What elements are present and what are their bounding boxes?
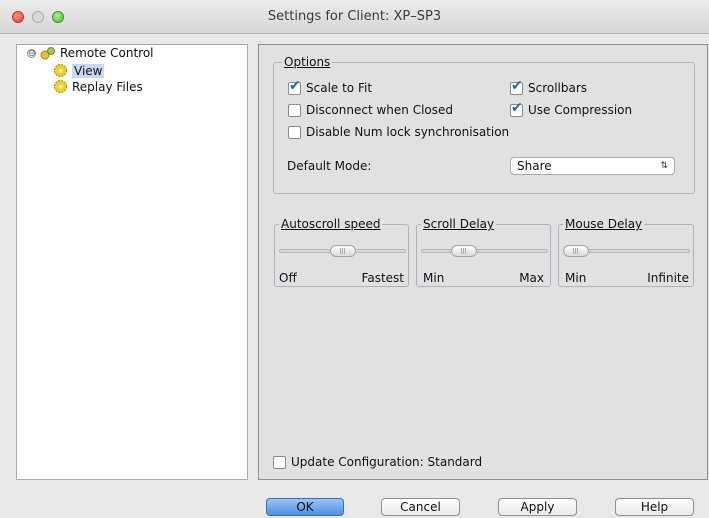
options-group: Options Scale to Fit Scrollbars Disconne… xyxy=(273,55,695,194)
default-mode-label: Default Mode: xyxy=(287,159,372,173)
checkbox-box[interactable] xyxy=(288,125,301,139)
mouse-delay-min-label: Min xyxy=(565,271,587,285)
mouse-delay-thumb[interactable] xyxy=(563,245,589,257)
mouse-delay-max-label: Infinite xyxy=(647,271,689,285)
scale-to-fit-checkbox[interactable]: Scale to Fit xyxy=(288,78,373,95)
options-legend: Options xyxy=(282,55,333,69)
collapse-icon[interactable]: ⊖ xyxy=(27,48,36,58)
gears-icon xyxy=(40,47,55,60)
autoscroll-min-label: Off xyxy=(279,271,297,285)
settings-panel: Options Scale to Fit Scrollbars Disconne… xyxy=(258,44,708,480)
tree-item-label: Remote Control xyxy=(60,46,154,60)
scroll-delay-thumb[interactable] xyxy=(451,245,478,257)
checkbox-box[interactable] xyxy=(288,78,301,95)
scroll-delay-max-label: Max xyxy=(519,271,544,285)
scroll-delay-group: Scroll Delay Min Max xyxy=(416,217,551,287)
tree-item-label: View xyxy=(72,63,105,78)
settings-tree[interactable]: ⊖ Remote Control View Replay Files xyxy=(16,44,248,480)
tree-item-view[interactable]: View xyxy=(53,63,105,78)
scroll-delay-min-label: Min xyxy=(423,271,445,285)
default-mode-select[interactable]: Share ⇅ xyxy=(510,157,675,175)
update-configuration-checkbox[interactable]: Update Configuration: Standard xyxy=(273,455,482,469)
autoscroll-speed-legend: Autoscroll speed xyxy=(279,217,383,231)
autoscroll-max-label: Fastest xyxy=(361,271,404,285)
scrollbars-checkbox[interactable]: Scrollbars xyxy=(510,78,588,95)
apply-button[interactable]: Apply xyxy=(498,498,577,516)
checkbox-label: Disconnect when Closed xyxy=(306,103,454,117)
checkbox-label: Scrollbars xyxy=(528,81,588,95)
title-bar: Settings for Client: XP–SP3 xyxy=(0,0,709,34)
ok-button[interactable]: OK xyxy=(266,498,344,516)
checkbox-box[interactable] xyxy=(510,78,523,95)
tree-item-replay-files[interactable]: Replay Files xyxy=(53,79,143,94)
tree-item-label: Replay Files xyxy=(72,79,143,94)
disconnect-when-closed-checkbox[interactable]: Disconnect when Closed xyxy=(288,103,453,117)
autoscroll-speed-group: Autoscroll speed Off Fastest xyxy=(274,217,409,287)
scroll-delay-legend: Scroll Delay xyxy=(421,217,497,231)
window-title: Settings for Client: XP–SP3 xyxy=(267,9,442,24)
checkbox-box[interactable] xyxy=(510,100,523,117)
checkbox-box[interactable] xyxy=(273,455,286,469)
checkbox-label: Disable Num lock synchronisation xyxy=(306,125,510,139)
checkbox-box[interactable] xyxy=(288,103,301,117)
help-button[interactable]: Help xyxy=(615,498,694,516)
cancel-button[interactable]: Cancel xyxy=(381,498,460,516)
mouse-delay-group: Mouse Delay Min Infinite xyxy=(558,217,694,287)
select-value: Share xyxy=(517,159,552,173)
checkbox-label: Update Configuration: Standard xyxy=(291,455,483,469)
tree-item-remote-control[interactable]: ⊖ Remote Control xyxy=(27,46,154,60)
mouse-delay-legend: Mouse Delay xyxy=(563,217,645,231)
use-compression-checkbox[interactable]: Use Compression xyxy=(510,100,633,117)
scroll-delay-track[interactable] xyxy=(421,249,548,253)
select-arrows-icon: ⇅ xyxy=(660,161,668,171)
gear-icon xyxy=(53,63,68,78)
checkbox-label: Use Compression xyxy=(528,103,633,117)
checkbox-label: Scale to Fit xyxy=(306,81,373,95)
disable-num-lock-checkbox[interactable]: Disable Num lock synchronisation xyxy=(288,125,509,139)
gear-icon xyxy=(53,79,68,94)
autoscroll-speed-thumb[interactable] xyxy=(329,245,356,257)
